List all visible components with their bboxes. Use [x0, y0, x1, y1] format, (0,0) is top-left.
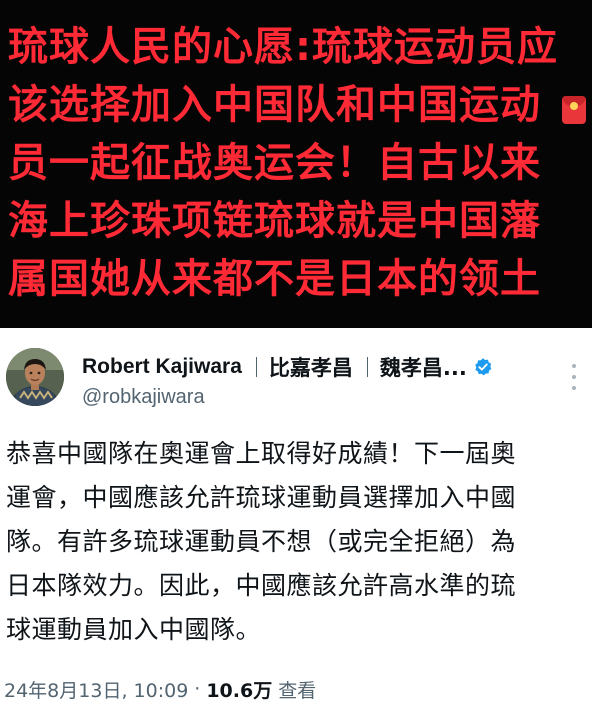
- meta-separator: ·: [194, 678, 201, 700]
- caption-banner: 琉球人民的心愿:琉球运动员应 该选择加入中国队和中国运动 员一起征战奥运会！自古…: [0, 0, 592, 328]
- tweet-body-line: 運會，中國應該允許琉球運動員選擇加入中國: [6, 483, 517, 512]
- user-handle[interactable]: @robkajiwara: [82, 386, 562, 409]
- avatar[interactable]: [6, 348, 64, 406]
- more-dot: [572, 364, 576, 368]
- name-row: Robert Kajiwara 比嘉孝昌 魏孝昌...: [82, 352, 562, 382]
- caption-line: 属国她从来都不是日本的领土: [8, 256, 541, 302]
- caption-line: 员一起征战奥运会！自古以来: [8, 140, 541, 186]
- tweet-meta: 24年8月13日, 10:09 · 10.6万 查看: [4, 674, 584, 704]
- red-packet-icon[interactable]: [562, 96, 586, 124]
- alias-primary[interactable]: 比嘉孝昌: [269, 352, 353, 382]
- display-name[interactable]: Robert Kajiwara: [82, 355, 242, 379]
- caption-line: 海上珍珠项链琉球就是中国藩: [8, 198, 541, 244]
- user-info: Robert Kajiwara 比嘉孝昌 魏孝昌... @robkajiwara: [82, 352, 562, 409]
- tweet-body-line: 球運動員加入中國隊。: [6, 615, 262, 644]
- tweet-body: 恭喜中國隊在奧運會上取得好成績！下一屆奧 運會，中國應該允許琉球運動員選擇加入中…: [6, 432, 586, 652]
- avatar-image: [6, 348, 64, 406]
- tweet-body-line: 日本隊效力。因此，中國應該允許高水準的琉: [6, 571, 517, 600]
- tweet-timestamp[interactable]: 24年8月13日, 10:09: [4, 676, 188, 703]
- name-divider: [366, 357, 368, 377]
- tweet-card: Robert Kajiwara 比嘉孝昌 魏孝昌... @robkajiwara…: [0, 328, 592, 723]
- alias-secondary[interactable]: 魏孝昌...: [380, 352, 467, 382]
- red-packet-coin: [570, 102, 578, 110]
- more-options-icon[interactable]: [566, 364, 582, 390]
- tweet-body-line: 隊。有許多琉球運動員不想（或完全拒絕）為: [6, 527, 517, 556]
- views-label: 查看: [278, 679, 317, 702]
- tweet-body-line: 恭喜中國隊在奧運會上取得好成績！下一屆奧: [6, 439, 517, 468]
- name-divider: [255, 357, 257, 377]
- more-dot: [572, 386, 576, 390]
- caption-line: 琉球人民的心愿:琉球运动员应: [8, 24, 558, 70]
- caption-line: 该选择加入中国队和中国运动: [8, 82, 541, 128]
- view-count: 10.6万: [206, 679, 273, 702]
- verified-badge-icon: [475, 358, 492, 376]
- more-dot: [572, 375, 576, 379]
- caption-text: 琉球人民的心愿:琉球运动员应 该选择加入中国队和中国运动 员一起征战奥运会！自古…: [8, 18, 558, 308]
